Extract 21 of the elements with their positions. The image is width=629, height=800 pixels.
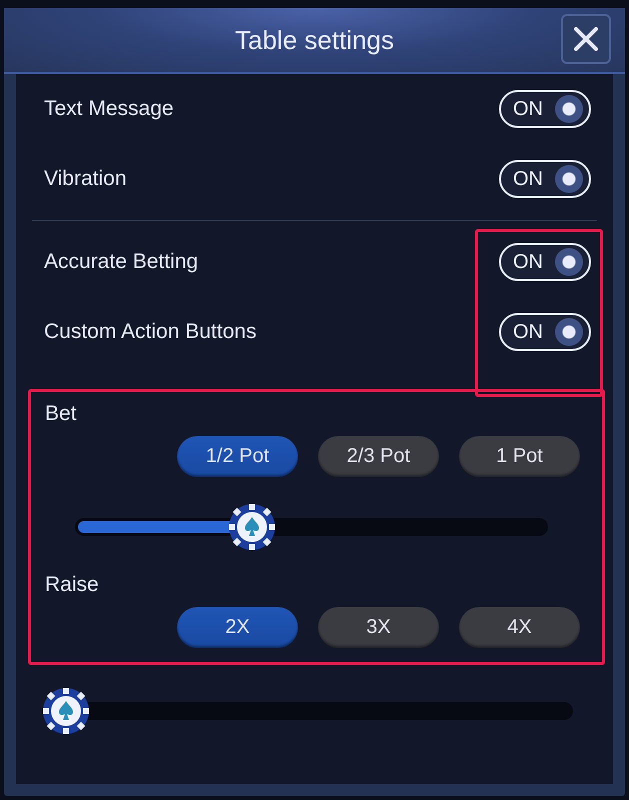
toggle-switch[interactable]: ON	[499, 90, 591, 128]
preset-button[interactable]: 1 Pot	[459, 436, 580, 477]
preset-button[interactable]: 1/2 Pot	[177, 436, 298, 477]
chip-slider-handle[interactable]	[42, 687, 90, 735]
toggle-switch[interactable]: ON	[499, 160, 591, 198]
toggle-switch[interactable]: ON	[499, 243, 591, 281]
preset-button[interactable]: 4X	[459, 607, 580, 648]
setting-label: Text Message	[44, 97, 174, 121]
chip-slider-handle[interactable]	[228, 503, 276, 551]
preset-button[interactable]: 2/3 Pot	[318, 436, 439, 477]
setting-label: Accurate Betting	[44, 250, 198, 274]
preset-button[interactable]: 3X	[318, 607, 439, 648]
close-button[interactable]	[561, 14, 611, 64]
section-label: Raise	[45, 573, 100, 597]
setting-label: Vibration	[44, 167, 127, 191]
toggle-switch[interactable]: ON	[499, 313, 591, 351]
window-title: Table settings	[235, 24, 394, 56]
close-icon	[573, 26, 599, 52]
setting-label: Custom Action Buttons	[44, 320, 256, 344]
preset-button[interactable]: 2X	[177, 607, 298, 648]
section-label: Bet	[45, 402, 78, 426]
